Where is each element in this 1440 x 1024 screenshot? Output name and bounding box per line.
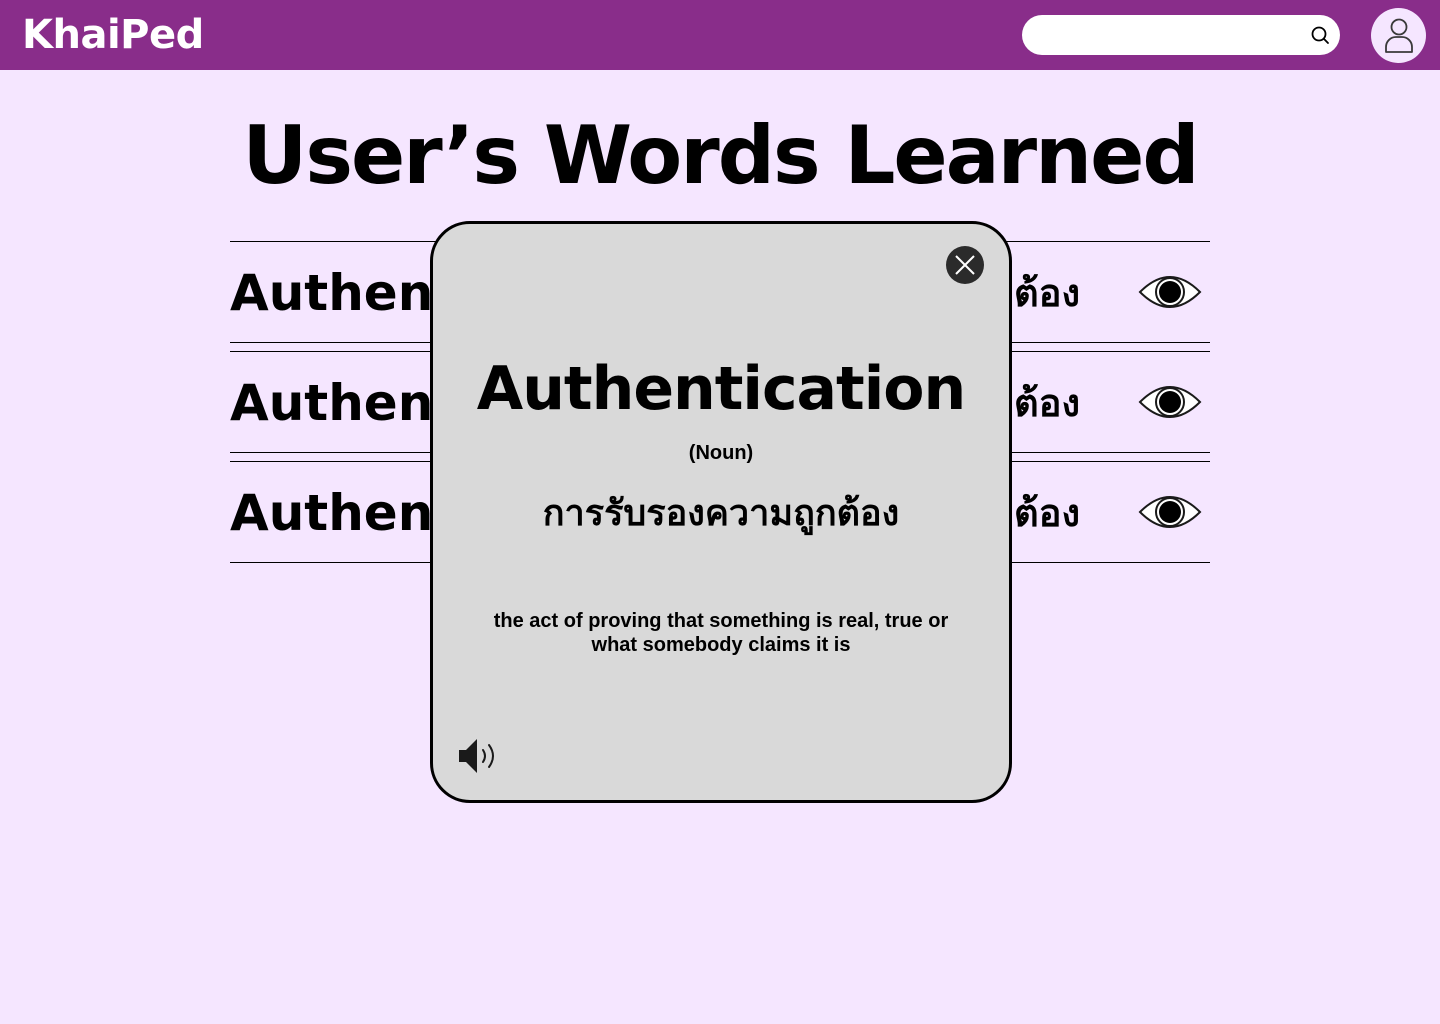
modal-word: Authentication (476, 354, 966, 424)
part-of-speech: (Noun) (688, 442, 754, 464)
user-icon (1384, 18, 1413, 53)
app-logo[interactable]: KhaiPed (22, 12, 204, 58)
close-icon (955, 255, 975, 275)
search-input[interactable] (1038, 15, 1302, 57)
word-detail-modal: Authentication (Noun) การรับรองความถูกต้… (430, 221, 1012, 803)
modal-definition: the act of proving that something is rea… (493, 610, 949, 656)
page-title: User’s Words Learned (242, 109, 1199, 202)
search-icon[interactable] (1310, 25, 1330, 45)
eye-icon[interactable] (1138, 380, 1202, 424)
top-navbar: KhaiPed (0, 0, 1440, 70)
modal-translation: การรับรองความถูกต้อง (542, 493, 900, 534)
search-bar[interactable] (1022, 15, 1340, 57)
eye-icon[interactable] (1138, 270, 1202, 314)
speaker-icon[interactable] (457, 736, 501, 776)
close-button[interactable] (946, 246, 984, 284)
user-avatar-button[interactable] (1371, 8, 1426, 63)
eye-icon[interactable] (1138, 490, 1202, 534)
